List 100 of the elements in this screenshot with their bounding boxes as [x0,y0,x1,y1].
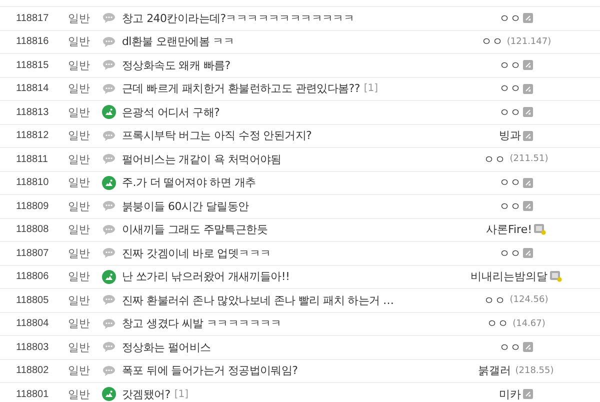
post-category: 일반 [68,340,91,355]
post-title[interactable]: 펄어비스는 개같이 욕 처먹어야됨 [122,152,282,167]
gallog-icon[interactable] [523,178,533,188]
image-icon [102,176,116,190]
post-number: 118813 [16,106,50,118]
gallog-icon[interactable] [523,201,533,212]
gallog-icon[interactable] [523,389,533,400]
gallog-icon[interactable] [523,60,533,70]
writer-name[interactable]: ㅇㅇ [499,198,521,214]
gallog-icon[interactable] [523,342,533,352]
post-category: 일반 [68,292,91,308]
post-number: 118811 [16,154,49,165]
post-number: 118803 [16,342,50,353]
post-category: 일반 [68,175,91,190]
post-category: 일반 [68,363,91,378]
post-category: 일반 [68,34,91,50]
speech-bubble-icon [102,153,116,166]
speech-bubble-icon [102,12,116,24]
post-title[interactable]: 진짜 환불러쉬 존나 많았나보네 존나 빨리 패치 하는거 … [122,292,394,308]
post-number: 118805 [16,294,50,306]
gallog-icon[interactable] [523,107,533,118]
writer-ip: (218.55) [515,366,554,376]
writer-name[interactable]: ㅇㅇ [484,292,506,308]
post-category: 일반 [68,246,91,261]
writer-ip: (211.51) [510,154,548,164]
post-number: 118817 [16,12,50,24]
post-category: 일반 [68,128,91,144]
post-number: 118810 [16,177,50,188]
post-title[interactable]: 창고 생겼다 씨발 ㅋㅋㅋㅋㅋㅋㅋ [122,316,282,332]
writer-name[interactable]: 사론Fire! [486,222,532,238]
writer-ip: (14.67) [512,318,546,329]
post-title[interactable]: 근데 빠르게 패치한거 환불런하고도 관련있다봄?? [122,81,360,96]
fixed-nick-icon[interactable] [550,271,562,282]
post-number: 118814 [16,83,50,94]
writer-name[interactable]: ㅇㅇ [499,340,521,355]
post-category: 일반 [68,386,91,402]
fixed-nick-icon[interactable] [534,224,546,236]
post-category: 일반 [68,58,91,73]
post-title[interactable]: 난 쏘가리 낚으러왔어 개새끼들아!! [122,269,290,284]
post-category: 일반 [68,10,91,26]
writer-name[interactable]: ㅇㅇ [499,175,521,190]
speech-bubble-icon [102,200,116,212]
post-number: 118816 [16,36,50,48]
post-category: 일반 [68,269,91,284]
post-title[interactable]: 이새끼들 그래도 주말특근한듯 [122,222,268,238]
writer-name[interactable]: 미카 [499,386,521,402]
post-title[interactable]: 은광석 어디서 구해? [122,104,220,120]
image-icon [102,105,116,120]
post-category: 일반 [68,222,91,238]
post-title[interactable]: 갓겜됐어? [122,386,170,402]
gallog-icon[interactable] [523,248,533,258]
speech-bubble-icon [102,247,116,260]
image-icon [102,270,116,284]
speech-bubble-icon [102,318,116,330]
post-title[interactable]: dl환불 오랜만에봄 ㅋㅋ [122,34,234,50]
speech-bubble-icon [102,130,116,142]
post-category: 일반 [68,316,91,332]
speech-bubble-icon [102,36,116,48]
writer-name[interactable]: 붉갤러 [478,363,512,378]
speech-bubble-icon [102,341,116,354]
post-number: 118815 [16,60,50,71]
gallog-icon[interactable] [523,130,533,141]
post-title[interactable]: 붉붕이들 60시간 달릴동안 [122,198,249,214]
post-category: 일반 [68,81,91,96]
image-icon [102,387,116,402]
post-title[interactable]: 진짜 갓겜이네 바로 업뎃ㅋㅋㅋ [122,246,271,261]
writer-name[interactable]: ㅇㅇ [484,152,506,167]
speech-bubble-icon [102,294,116,306]
writer-name[interactable]: ㅇㅇ [499,10,521,26]
speech-bubble-icon [102,59,116,72]
post-title[interactable]: 폭포 뒤에 들어가는거 정공법이뭐임? [122,363,298,378]
post-number: 118809 [16,200,50,212]
post-number: 118812 [16,130,50,142]
writer-name[interactable]: ㅇㅇ [499,246,521,261]
writer-name[interactable]: ㅇㅇ [499,81,521,96]
post-title[interactable]: 주.가 더 떨어져야 하면 개추 [122,175,256,190]
post-title[interactable]: 정상화는 펄어비스 [122,340,211,355]
post-number: 118804 [16,318,50,330]
post-number: 118808 [16,224,50,236]
writer-name[interactable]: ㅇㅇ [486,316,509,332]
post-title[interactable]: 정상화속도 왜캐 빠름? [122,58,230,73]
writer-name[interactable]: ㅇㅇ [480,34,503,50]
post-number: 118807 [16,248,50,259]
writer-name[interactable]: ㅇㅇ [499,58,521,73]
writer-name[interactable]: 빙과 [499,128,521,144]
post-category: 일반 [68,198,91,214]
writer-name[interactable]: ㅇㅇ [499,104,521,120]
post-number: 118806 [16,271,50,282]
gallog-icon[interactable] [523,84,533,94]
post-title[interactable]: 프록시부탁 버그는 아직 수정 안된거지? [122,128,312,144]
post-title[interactable]: 창고 240칸이라는데?ㅋㅋㅋㅋㅋㅋㅋㅋㅋㅋㅋㅋ [122,10,354,26]
writer-name[interactable]: 비내리는밤의달 [470,269,548,284]
writer-ip: (124.56) [510,295,548,306]
post-category: 일반 [68,104,91,120]
gallog-icon[interactable] [523,13,533,24]
post-category: 일반 [68,152,91,167]
speech-bubble-icon [102,224,116,236]
speech-bubble-icon [102,82,116,95]
post-number: 118802 [16,365,50,376]
writer-ip: (121.147) [506,36,552,47]
